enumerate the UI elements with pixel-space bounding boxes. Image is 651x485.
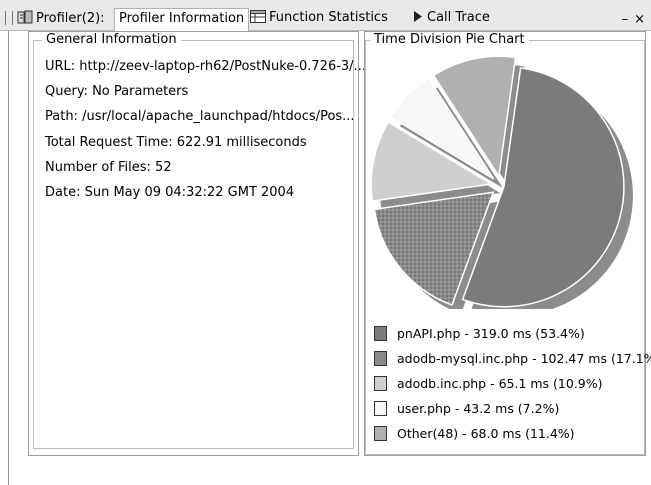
tab-label: Function Statistics	[269, 10, 388, 25]
date-text: Date: Sun May 09 04:32:22 GMT 2004	[45, 185, 295, 200]
pie-chart-panel: Time Division Pie Chart pnAPI.php - 319.…	[364, 31, 651, 456]
general-info-panel: General Information URL: http://zeev-lap…	[28, 31, 366, 456]
pie-chart-title: Time Division Pie Chart	[370, 32, 529, 47]
general-info-group: General Information URL: http://zeev-lap…	[33, 32, 366, 449]
legend-swatch	[374, 326, 387, 341]
tab-label: Profiler(2):	[36, 11, 105, 26]
tab-call-trace[interactable]: Call Trace	[412, 8, 490, 30]
tab-profiler-information[interactable]: Profiler Information	[114, 8, 250, 31]
legend-swatch	[374, 376, 387, 391]
minimize-button[interactable]: –	[622, 12, 635, 27]
table-icon	[250, 10, 266, 27]
drag-grip[interactable]	[5, 11, 13, 25]
pie-chart-group: Time Division Pie Chart pnAPI.php - 319.…	[365, 32, 651, 455]
legend-label: pnAPI.php - 319.0 ms (53.4%)	[397, 326, 585, 341]
legend-label: adodb.inc.php - 65.1 ms (10.9%)	[397, 376, 603, 391]
view-border	[8, 31, 9, 485]
play-arrow-icon	[412, 10, 424, 27]
legend-label: user.php - 43.2 ms (7.2%)	[397, 401, 560, 416]
general-info-title: General Information	[42, 32, 181, 47]
legend-label: Other(48) - 68.0 ms (11.4%)	[397, 426, 575, 441]
tab-label: Profiler Information	[119, 11, 245, 26]
url-text: URL: http://zeev-laptop-rh62/PostNuke-0.…	[45, 59, 366, 74]
legend-swatch	[374, 351, 387, 366]
tab-label: Call Trace	[427, 10, 490, 25]
query-text: Query: No Parameters	[45, 84, 189, 99]
legend-label: adodb-mysql.inc.php - 102.47 ms (17.1%)	[397, 351, 651, 366]
tab-function-statistics[interactable]: Function Statistics	[250, 8, 388, 30]
number-of-files-text: Number of Files: 52	[45, 160, 172, 175]
profiler-icon	[17, 10, 33, 28]
tab-bar: Profiler(2): Profiler Information Functi…	[0, 0, 651, 31]
path-text: Path: /usr/local/apache_launchpad/htdocs…	[45, 109, 355, 124]
total-request-time-text: Total Request Time: 622.91 milliseconds	[45, 135, 307, 150]
pie-legend: pnAPI.php - 319.0 ms (53.4%) adodb-mysql.…	[366, 326, 651, 451]
pie-chart	[370, 55, 633, 309]
tab-profiler-root[interactable]: Profiler(2):	[17, 8, 105, 30]
close-button[interactable]: ×	[634, 12, 651, 27]
legend-swatch	[374, 401, 387, 416]
legend-swatch	[374, 426, 387, 441]
window-buttons: –×	[622, 12, 651, 27]
